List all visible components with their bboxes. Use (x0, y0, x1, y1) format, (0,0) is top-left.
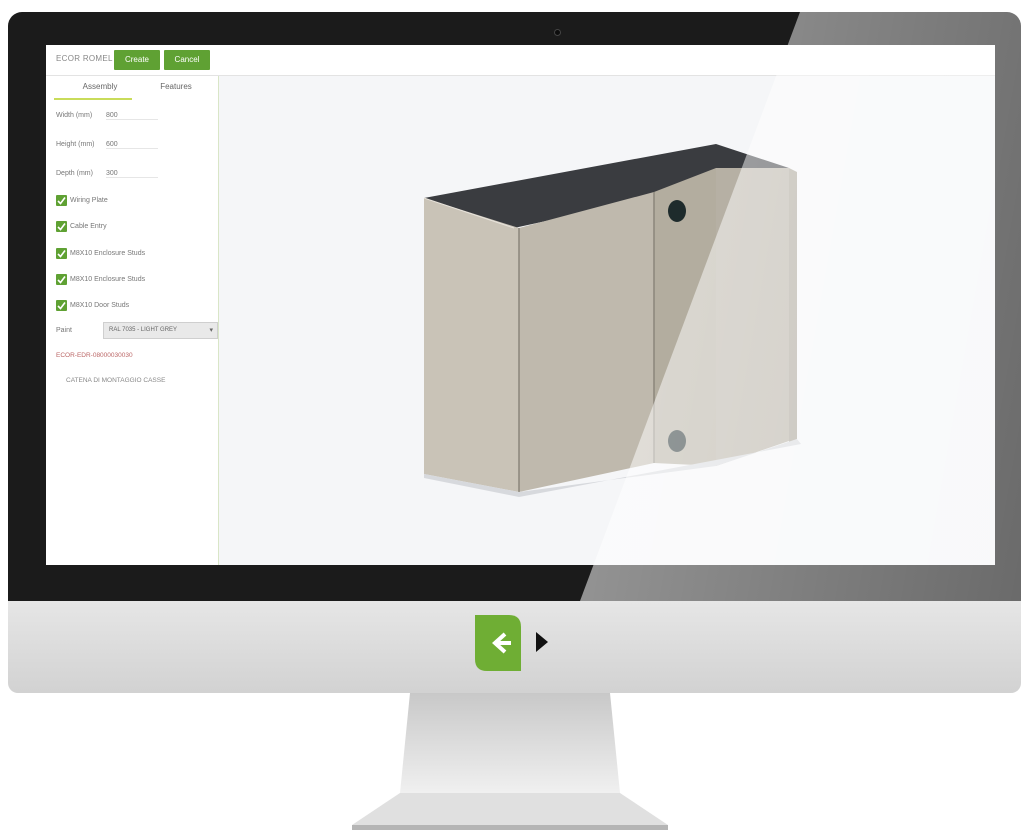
cancel-button[interactable]: Cancel (164, 50, 210, 70)
checkbox-checked-icon[interactable] (56, 300, 67, 311)
width-label: Width (mm) (56, 112, 93, 119)
tab-assembly[interactable]: Assembly (68, 82, 132, 91)
depth-label: Depth (mm) (56, 170, 93, 177)
chevron-down-icon[interactable]: ▾ (209, 323, 213, 338)
option-label: Cable Entry (70, 223, 107, 230)
app-screen: ECOR ROMEL Create Cancel Assembly Featur… (46, 45, 995, 565)
width-input[interactable]: 800 (106, 112, 158, 120)
tab-features[interactable]: Features (146, 82, 206, 91)
assembly-line-link[interactable]: CATENA DI MONTAGGIO CASSE (66, 377, 165, 384)
height-field[interactable]: Height (mm) 600 (56, 141, 158, 149)
depth-input[interactable]: 300 (106, 170, 158, 178)
checkbox-checked-icon[interactable] (56, 221, 67, 232)
option-label: M8X10 Door Studs (70, 302, 130, 309)
checkbox-checked-icon[interactable] (56, 195, 67, 206)
height-label: Height (mm) (56, 141, 95, 148)
camera-dot (554, 29, 561, 36)
paint-label: Paint (56, 327, 72, 334)
enclosure-model (423, 144, 801, 497)
option-label: M8X10 Enclosure Studs (70, 276, 146, 283)
width-field[interactable]: Width (mm) 800 (56, 112, 158, 120)
create-button[interactable]: Create (114, 50, 160, 70)
product-code: ECOR-EDR-08000030030 (56, 352, 133, 359)
checkbox-checked-icon[interactable] (56, 248, 67, 259)
option-label: M8X10 Enclosure Studs (70, 250, 146, 257)
app-title: ECOR ROMEL (56, 54, 113, 63)
3d-viewport[interactable] (219, 76, 995, 565)
active-tab-indicator (54, 98, 132, 100)
monitor-stand (350, 693, 670, 835)
checkbox-checked-icon[interactable] (56, 274, 67, 285)
paint-selected-value: RAL 7035 - LIGHT GREY (109, 327, 178, 333)
green-arrow-left-logo (475, 615, 521, 676)
depth-field[interactable]: Depth (mm) 300 (56, 170, 158, 178)
option-label: Wiring Plate (70, 197, 108, 204)
paint-select[interactable]: RAL 7035 - LIGHT GREY ▾ (103, 322, 218, 339)
config-panel: Assembly Features Width (mm) 800 Height … (46, 76, 219, 565)
play-right-icon[interactable] (536, 632, 548, 652)
top-toolbar: ECOR ROMEL Create Cancel (46, 45, 995, 76)
height-input[interactable]: 600 (106, 141, 158, 149)
